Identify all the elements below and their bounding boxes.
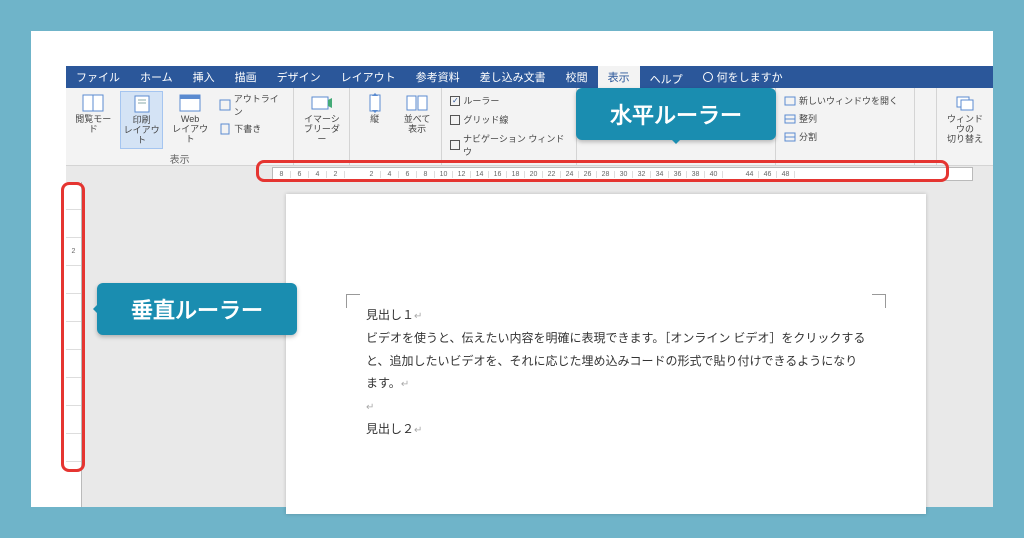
immersive-reader-icon — [310, 93, 334, 113]
group-views: 閲覧モード 印刷 レイアウト Web レイアウト アウトライン 下書き — [66, 88, 294, 165]
tab-insert[interactable]: 挿入 — [183, 66, 225, 88]
group-views-label: 表示 — [72, 151, 287, 166]
group-switch-windows: ウィンドウの 切り替え — [937, 88, 993, 165]
tab-view[interactable]: 表示 — [598, 66, 640, 88]
navigation-pane-checkbox[interactable]: ナビゲーション ウィンドウ — [448, 131, 570, 159]
web-layout-icon — [178, 93, 202, 113]
read-mode-button[interactable]: 閲覧モード — [72, 91, 114, 137]
tab-draw[interactable]: 描画 — [225, 66, 267, 88]
group-page-movement: 縦 並べて 表示 — [350, 88, 442, 165]
checkbox-icon — [450, 140, 460, 150]
print-layout-button[interactable]: 印刷 レイアウト — [120, 91, 162, 149]
ribbon-tabs: ファイル ホーム 挿入 描画 デザイン レイアウト 参考資料 差し込み文書 校閲… — [66, 66, 993, 88]
side-by-side-label: 並べて 表示 — [404, 115, 431, 135]
paragraph-1: ビデオを使うと、伝えたい内容を明確に表現できます。［オンライン ビデオ］をクリッ… — [366, 327, 866, 395]
draft-icon — [219, 123, 231, 135]
tab-layout[interactable]: レイアウト — [331, 66, 406, 88]
tab-references[interactable]: 参考資料 — [406, 66, 470, 88]
tab-home[interactable]: ホーム — [130, 66, 183, 88]
split-button[interactable]: 分割 — [782, 129, 908, 144]
tell-me-search[interactable]: 何をしますか — [693, 69, 793, 85]
draft-button[interactable]: 下書き — [217, 121, 287, 136]
vertical-label: 縦 — [370, 115, 379, 125]
workspace: 8642246810121416182022242628303234363840… — [66, 166, 993, 507]
ruler-checkbox[interactable]: ✓ルーラー — [448, 93, 570, 108]
ribbon-view: 閲覧モード 印刷 レイアウト Web レイアウト アウトライン 下書き — [66, 88, 993, 166]
arrange-all-button[interactable]: 整列 — [782, 111, 908, 126]
checkbox-checked-icon: ✓ — [450, 96, 460, 106]
read-mode-icon — [81, 93, 105, 113]
crop-mark-icon — [346, 294, 360, 308]
horizontal-ruler[interactable]: 8642246810121416182022242628303234363840… — [272, 167, 973, 181]
tab-help[interactable]: ヘルプ — [640, 68, 693, 87]
tab-review[interactable]: 校閲 — [556, 66, 598, 88]
document-page[interactable]: 見出し１↵ ビデオを使うと、伝えたい内容を明確に表現できます。［オンライン ビデ… — [286, 194, 926, 514]
blank-line: ↵ — [366, 395, 866, 418]
lightbulb-icon — [703, 72, 713, 82]
group-immersive: イマーシ ブリーダー — [294, 88, 350, 165]
immersive-reader-label: イマーシ ブリーダー — [302, 115, 341, 145]
group-window2 — [915, 88, 937, 165]
arrange-icon — [784, 114, 796, 124]
vertical-ruler[interactable]: 2 — [66, 182, 82, 507]
tell-me-label: 何をしますか — [717, 69, 783, 85]
new-window-button[interactable]: 新しいウィンドウを開く — [782, 93, 908, 108]
switch-windows-button[interactable]: ウィンドウの 切り替え — [943, 91, 987, 147]
print-layout-label: 印刷 レイアウト — [123, 116, 159, 146]
tab-file[interactable]: ファイル — [66, 66, 130, 88]
switch-windows-icon — [953, 93, 977, 113]
vertical-icon — [363, 93, 387, 113]
outline-button[interactable]: アウトライン — [217, 91, 287, 119]
side-by-side-icon — [405, 93, 429, 113]
callout-horizontal-ruler: 水平ルーラー — [576, 88, 776, 140]
web-layout-label: Web レイアウト — [171, 115, 209, 145]
horizontal-ruler-zone: 8642246810121416182022242628303234363840… — [82, 166, 993, 182]
crop-mark-icon — [872, 294, 886, 308]
vertical-button[interactable]: 縦 — [356, 91, 393, 127]
side-by-side-button[interactable]: 並べて 表示 — [399, 91, 436, 137]
gridlines-checkbox[interactable]: グリッド線 — [448, 112, 570, 127]
callout-vertical-ruler: 垂直ルーラー — [97, 283, 297, 335]
print-layout-icon — [130, 94, 154, 114]
heading-2: 見出し２↵ — [366, 418, 866, 441]
checkbox-icon — [450, 115, 460, 125]
immersive-reader-button[interactable]: イマーシ ブリーダー — [300, 91, 343, 147]
tab-design[interactable]: デザイン — [267, 66, 331, 88]
switch-windows-label: ウィンドウの 切り替え — [945, 115, 985, 145]
outline-icon — [219, 99, 230, 111]
group-show: ✓ルーラー グリッド線 ナビゲーション ウィンドウ — [442, 88, 577, 165]
group-window: 新しいウィンドウを開く 整列 分割 — [776, 88, 915, 165]
tab-mailings[interactable]: 差し込み文書 — [470, 66, 556, 88]
split-icon — [784, 132, 796, 142]
web-layout-button[interactable]: Web レイアウト — [169, 91, 211, 147]
new-window-icon — [784, 96, 796, 106]
read-mode-label: 閲覧モード — [74, 115, 112, 135]
heading-1: 見出し１↵ — [366, 304, 866, 327]
